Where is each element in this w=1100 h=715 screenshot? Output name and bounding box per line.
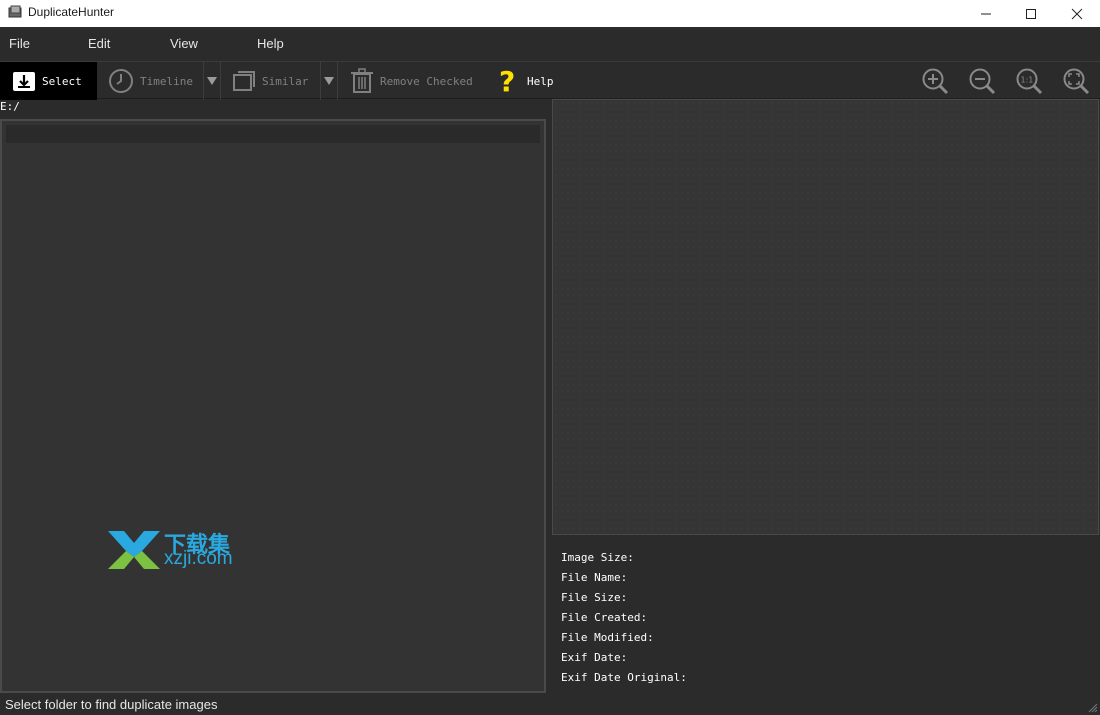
exif-date-label: Exif Date:: [561, 651, 628, 664]
resize-grip-icon[interactable]: [1086, 701, 1098, 713]
maximize-button[interactable]: [1008, 0, 1054, 27]
zoom-out-icon[interactable]: [968, 67, 996, 95]
image-size-label: Image Size:: [561, 551, 634, 564]
help-label: Help: [527, 74, 554, 88]
list-header: [6, 125, 540, 143]
image-preview[interactable]: [552, 99, 1099, 535]
question-mark-icon: ?: [499, 67, 515, 95]
window-title: DuplicateHunter: [28, 5, 115, 19]
timeline-label: Timeline: [140, 74, 193, 88]
minimize-button[interactable]: [963, 0, 1009, 27]
status-text: Select folder to find duplicate images: [5, 697, 218, 712]
select-label: Select: [42, 74, 82, 88]
clock-icon: [109, 69, 133, 93]
svg-text:?: ?: [499, 67, 515, 95]
chevron-down-icon: [207, 77, 217, 85]
toolbar: Select Timeline Similar Remove Checked ?…: [0, 61, 1100, 100]
close-button[interactable]: [1054, 0, 1100, 27]
similar-dropdown[interactable]: [320, 62, 338, 100]
menu-bar: File Edit View Help: [0, 27, 1100, 61]
current-path: E:/: [0, 100, 20, 113]
timeline-dropdown[interactable]: [203, 62, 221, 100]
app-icon: [8, 5, 22, 18]
close-icon: [1071, 8, 1083, 19]
select-button[interactable]: Select: [0, 62, 97, 100]
file-created-label: File Created:: [561, 611, 648, 624]
file-size-label: File Size:: [561, 591, 628, 604]
trash-icon: [351, 68, 373, 93]
remove-checked-button[interactable]: Remove Checked: [350, 62, 473, 100]
similar-label: Similar: [262, 74, 309, 88]
file-modified-label: File Modified:: [561, 631, 654, 644]
timeline-button[interactable]: Timeline: [108, 62, 193, 100]
similar-button[interactable]: Similar: [232, 62, 308, 100]
help-button[interactable]: ? Help: [497, 62, 554, 100]
maximize-icon: [1026, 8, 1036, 19]
watermark-logo: 下载集 xzji.com: [106, 527, 256, 573]
minimize-icon: [981, 13, 991, 14]
duplicate-list-panel[interactable]: [0, 119, 546, 693]
status-bar: Select folder to find duplicate images: [0, 694, 1100, 715]
remove-checked-label: Remove Checked: [380, 74, 473, 88]
menu-edit[interactable]: Edit: [88, 36, 110, 51]
svg-text:1:1: 1:1: [1021, 76, 1034, 85]
folder-download-icon: [13, 72, 35, 91]
image-info: Image Size: File Name: File Size: File C…: [561, 548, 687, 688]
chevron-down-icon: [324, 77, 334, 85]
similar-images-icon: [233, 71, 255, 91]
menu-file[interactable]: File: [9, 36, 30, 51]
fit-to-window-icon[interactable]: [1062, 67, 1090, 95]
exif-date-original-label: Exif Date Original:: [561, 671, 687, 684]
actual-size-icon[interactable]: 1:1: [1015, 67, 1043, 95]
menu-view[interactable]: View: [170, 36, 198, 51]
zoom-in-icon[interactable]: [921, 67, 949, 95]
title-bar: DuplicateHunter: [0, 0, 1100, 27]
file-name-label: File Name:: [561, 571, 628, 584]
menu-help[interactable]: Help: [257, 36, 284, 51]
watermark-en-text: xzji.com: [164, 548, 233, 569]
watermark-x-icon: [108, 531, 160, 569]
